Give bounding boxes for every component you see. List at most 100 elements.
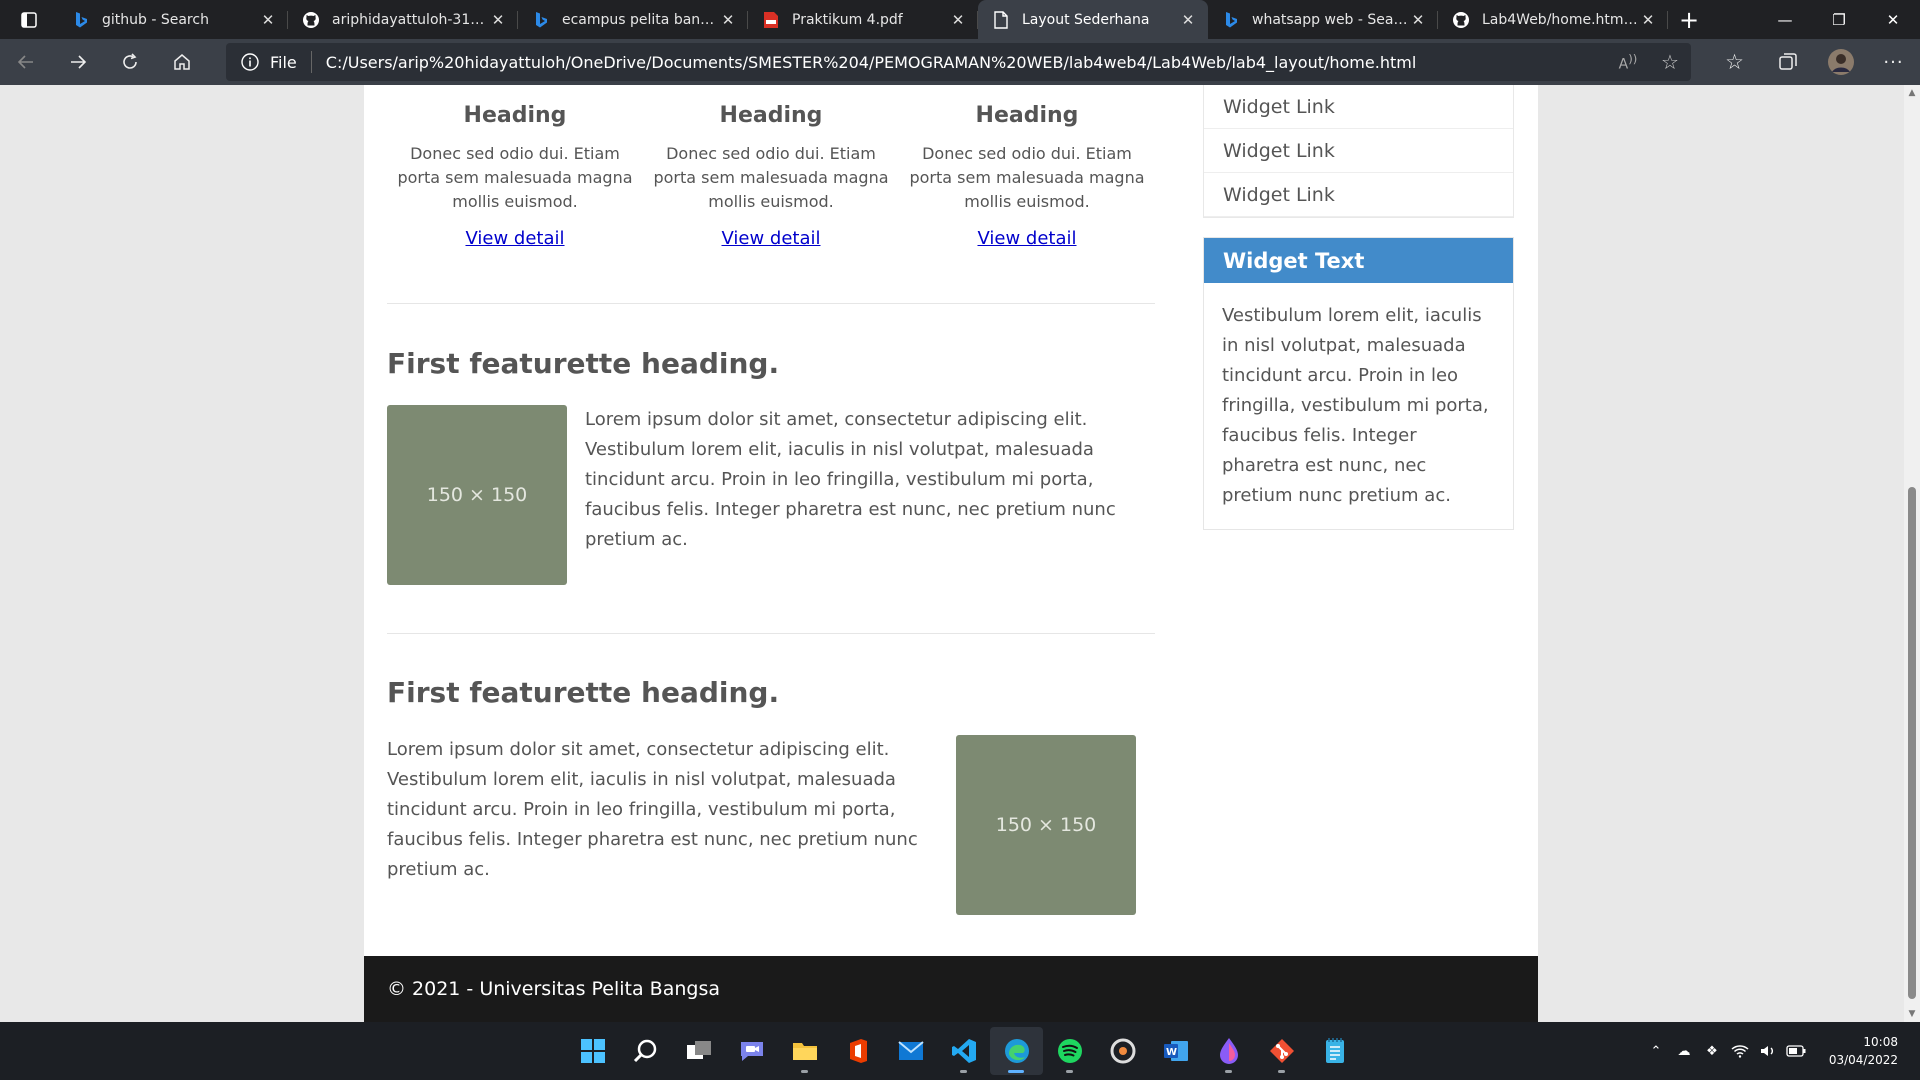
clock-date: 03/04/2022 bbox=[1828, 1053, 1898, 1067]
read-aloud-button[interactable]: A)) bbox=[1607, 52, 1649, 73]
volume-icon[interactable] bbox=[1754, 1044, 1782, 1058]
back-button[interactable] bbox=[0, 39, 52, 85]
tab-layout-sederhana[interactable]: Layout Sederhana ✕ bbox=[978, 0, 1208, 39]
footer: © 2021 - Universitas Pelita Bangsa bbox=[364, 956, 1538, 1022]
tab-title: github - Search bbox=[102, 11, 209, 28]
spotify-icon[interactable] bbox=[1043, 1027, 1096, 1075]
close-icon[interactable]: ✕ bbox=[948, 11, 968, 29]
file-explorer-icon[interactable] bbox=[778, 1027, 831, 1075]
favorites-button[interactable]: ☆ bbox=[1708, 50, 1761, 74]
dropbox-icon[interactable]: ❖ bbox=[1698, 1044, 1726, 1059]
refresh-button[interactable] bbox=[104, 39, 156, 85]
refresh-icon bbox=[123, 53, 137, 69]
scroll-down-icon[interactable]: ▼ bbox=[1904, 1006, 1920, 1022]
close-icon[interactable]: ✕ bbox=[718, 11, 738, 29]
widget-link[interactable]: Widget Link bbox=[1204, 129, 1513, 173]
word-icon[interactable]: W bbox=[1149, 1027, 1202, 1075]
tab-praktikum-pdf[interactable]: Praktikum 4.pdf ✕ bbox=[748, 0, 978, 39]
battery-icon[interactable] bbox=[1782, 1045, 1810, 1057]
divider bbox=[387, 633, 1155, 634]
office-icon[interactable] bbox=[831, 1027, 884, 1075]
vscode-icon[interactable] bbox=[937, 1027, 990, 1075]
profile-button[interactable] bbox=[1814, 48, 1867, 76]
vertical-scrollbar[interactable]: ▲ ▼ bbox=[1904, 85, 1920, 1022]
scrollbar-thumb[interactable] bbox=[1908, 487, 1916, 999]
clock[interactable]: 10:08 03/04/2022 bbox=[1810, 1033, 1920, 1069]
paint-icon[interactable] bbox=[1202, 1027, 1255, 1075]
search-icon[interactable] bbox=[619, 1027, 672, 1075]
widget-body: Vestibulum lorem elit, iaculis in nisl v… bbox=[1222, 305, 1489, 506]
view-detail-link[interactable]: View detail bbox=[977, 228, 1076, 249]
featurette-text: Lorem ipsum dolor sit amet, consectetur … bbox=[585, 409, 1116, 550]
close-icon[interactable]: ✕ bbox=[1638, 11, 1658, 29]
windows-start-icon[interactable] bbox=[566, 1027, 619, 1075]
close-icon[interactable]: ✕ bbox=[1178, 11, 1198, 29]
chevron-up-icon[interactable]: ⌃ bbox=[1642, 1044, 1670, 1059]
media-player-icon[interactable] bbox=[1096, 1027, 1149, 1075]
forward-button[interactable] bbox=[52, 39, 104, 85]
featurette-image: 150 × 150 bbox=[956, 735, 1136, 915]
arrow-right-icon bbox=[71, 55, 87, 69]
tab-title: whatsapp web - Search bbox=[1252, 11, 1408, 28]
bing-icon bbox=[532, 11, 550, 29]
settings-more-button[interactable]: ··· bbox=[1867, 52, 1920, 73]
view-detail-link[interactable]: View detail bbox=[721, 228, 820, 249]
tab-whatsapp-search[interactable]: whatsapp web - Search ✕ bbox=[1208, 0, 1438, 39]
close-icon[interactable]: ✕ bbox=[258, 11, 278, 29]
restore-button[interactable]: ❐ bbox=[1812, 0, 1866, 39]
running-indicator bbox=[960, 1070, 967, 1073]
tab-github-homehtml[interactable]: Lab4Web/home.html at ✕ bbox=[1438, 0, 1668, 39]
edge-icon[interactable] bbox=[990, 1027, 1043, 1075]
minimize-button[interactable]: — bbox=[1758, 0, 1812, 39]
url-text[interactable]: C:/Users/arip%20hidayattuloh/OneDrive/Do… bbox=[326, 53, 1607, 72]
read-aloud-icon: A)) bbox=[1618, 51, 1638, 73]
bing-icon bbox=[1222, 11, 1240, 29]
task-view-icon[interactable] bbox=[672, 1027, 725, 1075]
view-detail-link[interactable]: View detail bbox=[465, 228, 564, 249]
tab-title: ecampus pelita bangsa bbox=[562, 11, 718, 28]
column-text: Donec sed odio dui. Etiam porta sem male… bbox=[397, 144, 633, 211]
onedrive-icon[interactable]: ☁ bbox=[1670, 1044, 1698, 1059]
star-plus-icon: ☆ bbox=[1661, 50, 1679, 74]
teams-chat-icon[interactable] bbox=[725, 1027, 778, 1075]
info-icon[interactable] bbox=[240, 52, 260, 72]
widget-link[interactable]: Widget Link bbox=[1204, 173, 1513, 217]
plus-icon: + bbox=[1678, 5, 1700, 34]
scheme-label: File bbox=[270, 52, 297, 72]
home-button[interactable] bbox=[156, 39, 208, 85]
more-icon: ··· bbox=[1883, 51, 1904, 73]
running-indicator bbox=[1225, 1070, 1232, 1073]
arrow-left-icon bbox=[17, 55, 33, 69]
address-bar-row: File C:/Users/arip%20hidayattuloh/OneDri… bbox=[0, 39, 1920, 85]
tab-ecampus-search[interactable]: ecampus pelita bangsa ✕ bbox=[518, 0, 748, 39]
close-icon[interactable]: ✕ bbox=[488, 11, 508, 29]
wifi-icon[interactable] bbox=[1726, 1044, 1754, 1058]
widget-text-box: Widget Text Vestibulum lorem elit, iacul… bbox=[1203, 237, 1514, 530]
add-favorite-button[interactable]: ☆ bbox=[1649, 50, 1691, 74]
collections-button[interactable] bbox=[1761, 52, 1814, 72]
widget-link[interactable]: Widget Link bbox=[1204, 85, 1513, 129]
tab-actions-button[interactable] bbox=[0, 0, 58, 39]
taskbar-apps: W bbox=[566, 1022, 1361, 1080]
image-placeholder-label: 150 × 150 bbox=[995, 814, 1097, 836]
notepad-icon[interactable] bbox=[1308, 1027, 1361, 1075]
tab-title: ariphidayattuloh-312010 bbox=[332, 11, 488, 28]
home-icon bbox=[174, 54, 190, 70]
tab-title: Praktikum 4.pdf bbox=[792, 11, 903, 28]
close-icon[interactable]: ✕ bbox=[1408, 11, 1428, 29]
url-field[interactable]: File C:/Users/arip%20hidayattuloh/OneDri… bbox=[226, 43, 1691, 81]
tab-actions-icon bbox=[21, 11, 37, 28]
tab-github-profile[interactable]: ariphidayattuloh-312010 ✕ bbox=[288, 0, 518, 39]
column-3: Heading Donec sed odio dui. Etiam porta … bbox=[899, 103, 1155, 249]
column-text: Donec sed odio dui. Etiam porta sem male… bbox=[653, 144, 889, 211]
widget-title: Widget Text bbox=[1204, 238, 1513, 283]
new-tab-button[interactable]: + bbox=[1668, 0, 1710, 39]
mail-icon[interactable] bbox=[884, 1027, 937, 1075]
tab-title: Layout Sederhana bbox=[1022, 11, 1150, 28]
tab-github-search[interactable]: github - Search ✕ bbox=[58, 0, 288, 39]
git-icon[interactable] bbox=[1255, 1027, 1308, 1075]
scroll-up-icon[interactable]: ▲ bbox=[1904, 85, 1920, 101]
widget-links: Widget Link Widget Link Widget Link bbox=[1203, 85, 1514, 218]
close-window-button[interactable]: ✕ bbox=[1866, 0, 1920, 39]
featurette-heading: First featurette heading. bbox=[387, 676, 780, 709]
